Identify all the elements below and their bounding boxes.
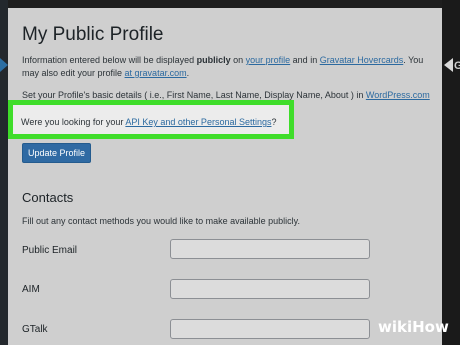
public-email-field[interactable] [170, 239, 370, 259]
aim-label: AIM [22, 284, 40, 295]
basic-details-text: Set your Profile's basic details ( i.e.,… [22, 90, 366, 100]
aim-field[interactable] [170, 279, 370, 299]
your-profile-link[interactable]: your profile [246, 55, 291, 65]
intro-paragraph: Information entered below will be displa… [22, 54, 432, 80]
watermark-how: How [412, 318, 449, 336]
menu-caret-icon [0, 58, 8, 72]
gtalk-field[interactable] [170, 319, 370, 339]
side-glyph: G [454, 60, 460, 72]
wordpress-link[interactable]: WordPress.com [366, 90, 430, 100]
api-key-link[interactable]: API Key and other Personal Settings [125, 117, 271, 127]
gravatar-hovercards-link[interactable]: Gravatar Hovercards [320, 55, 404, 65]
intro-bold: publicly [196, 55, 231, 65]
sidebar-notch-icon [444, 58, 453, 72]
contacts-heading: Contacts [22, 190, 74, 205]
profile-panel: My Public Profile Information entered be… [8, 8, 442, 345]
api-key-prompt-text: Were you looking for your [21, 117, 126, 127]
intro-text-1: Information entered below will be displa… [22, 55, 197, 65]
intro-text-5: . [186, 68, 190, 78]
intro-text-2: on [230, 55, 246, 65]
update-profile-button[interactable]: Update Profile [22, 143, 91, 163]
left-frame-strip [0, 0, 8, 345]
wikihow-watermark: wikiHow [378, 318, 449, 336]
intro-text-3: and in [290, 55, 320, 65]
public-email-label: Public Email [22, 245, 78, 256]
watermark-wiki: wiki [378, 318, 413, 336]
right-frame-strip [442, 0, 460, 345]
gravatar-link[interactable]: at gravatar.com [125, 68, 187, 78]
api-key-prompt: Were you looking for your API Key and ot… [21, 116, 277, 129]
contacts-description: Fill out any contact methods you would l… [22, 216, 300, 226]
highlight-box: Were you looking for your API Key and ot… [8, 100, 294, 139]
api-key-prompt-suffix: ? [271, 117, 277, 127]
gtalk-label: GTalk [22, 324, 48, 335]
page-title: My Public Profile [22, 24, 164, 45]
